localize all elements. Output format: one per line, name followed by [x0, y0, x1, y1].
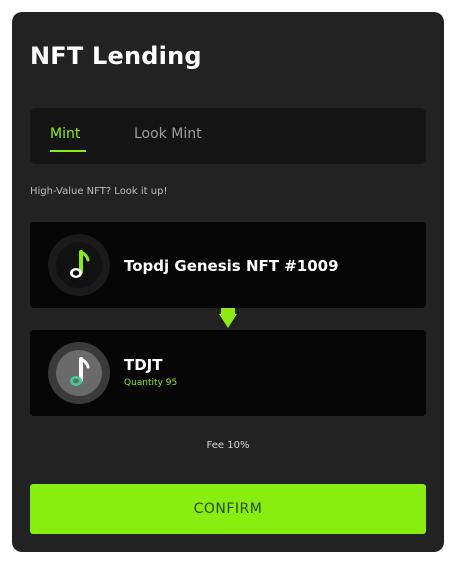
token-panel[interactable]: TDJT Quantity 95: [30, 330, 426, 416]
tab-mint[interactable]: Mint: [50, 126, 80, 142]
token-symbol: TDJT: [124, 356, 163, 374]
tab-look-mint[interactable]: Look Mint: [134, 126, 202, 142]
nft-lending-card: NFT Lending Mint Look Mint High-Value NF…: [12, 12, 444, 552]
token-avatar: [48, 342, 110, 404]
nft-panel[interactable]: Topdj Genesis NFT #1009: [30, 222, 426, 308]
page-title: NFT Lending: [30, 42, 202, 70]
fee-label: Fee 10%: [206, 440, 250, 451]
nft-name: Topdj Genesis NFT #1009: [124, 257, 339, 275]
tab-bar: Mint Look Mint: [30, 108, 426, 164]
confirm-button[interactable]: CONFIRM: [30, 484, 426, 534]
active-tab-indicator: [50, 150, 86, 152]
music-note-icon: [70, 357, 90, 386]
music-note-icon: [70, 250, 90, 278]
subtitle: High-Value NFT? Look it up!: [30, 186, 168, 197]
token-quantity: Quantity 95: [124, 378, 178, 388]
nft-avatar: [48, 234, 110, 296]
triangle-down-icon: [219, 308, 237, 328]
